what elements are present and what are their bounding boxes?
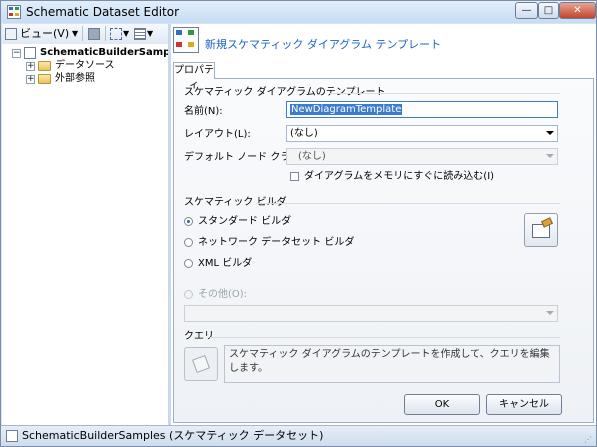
status-text: SchematicBuilderSamples (スケマティック データセット) [22, 429, 324, 442]
properties-panel: スケマティック ダイアグラムのテンプレート 名前(N): NewDiagramT… [173, 78, 594, 423]
window-title: Schematic Dataset Editor [26, 5, 180, 19]
network-dataset-builder-radio[interactable] [184, 238, 193, 247]
schematic-app-icon [7, 5, 21, 19]
xml-builder-label[interactable]: XML ビルダ [198, 258, 252, 270]
view-menu-button[interactable]: ビュー(V) [20, 27, 69, 41]
close-button[interactable]: ✕ [559, 2, 596, 19]
toolbar-divider [105, 26, 106, 41]
tree-toolbar: ビュー(V) ▼ ▼ ▼ [2, 24, 168, 44]
standard-builder-label[interactable]: スタンダード ビルダ [198, 216, 291, 228]
load-in-memory-label[interactable]: ダイアグラムをメモリにすぐに読み込む(I) [304, 171, 494, 183]
schematic-dataset-icon [24, 47, 36, 59]
hand-icon [540, 217, 554, 228]
schematic-dataset-icon [6, 430, 18, 442]
schematic-dataset-editor-window: Schematic Dataset Editor — □ ✕ ビュー(V) ▼ … [0, 0, 597, 447]
node-class-select-value: (なし) [298, 151, 326, 162]
edit-query-button[interactable] [184, 347, 218, 381]
tree-root-label: SchematicBuilderSamples [40, 47, 187, 58]
chevron-down-icon[interactable]: ▼ [147, 27, 153, 41]
tree-item-external-references[interactable]: + 外部参照 [2, 72, 162, 86]
name-label: 名前(N): [184, 106, 223, 117]
chevron-down-icon [546, 311, 554, 315]
layout-select-value: (なし) [290, 128, 318, 139]
chevron-down-icon [546, 154, 554, 158]
new-template-link[interactable]: 新規スケマティック ダイアグラム テンプレート [205, 36, 441, 52]
schematic-template-icon [173, 27, 199, 53]
dataset-tree: − SchematicBuilderSamples + データソース + 外部参… [2, 44, 187, 425]
tree-item-label: データソース [55, 60, 115, 71]
tree-root-row[interactable]: − SchematicBuilderSamples [2, 46, 187, 60]
chevron-down-icon[interactable]: ▼ [72, 27, 78, 41]
layout-label: レイアウト(L): [184, 129, 251, 140]
toolbar-divider [82, 26, 83, 41]
chevron-down-icon[interactable]: ▼ [123, 27, 129, 41]
list-layout-icon[interactable] [134, 28, 146, 40]
view-icon [5, 28, 17, 40]
resize-grip-icon[interactable]: ⋰ [584, 435, 592, 444]
maximize-button[interactable]: □ [538, 2, 559, 19]
tab-properties[interactable]: プロパティ [173, 62, 215, 91]
group-divider [210, 337, 560, 338]
expand-icon[interactable]: + [26, 75, 35, 84]
network-dataset-builder-label[interactable]: ネットワーク データセット ビルダ [198, 237, 354, 249]
title-bar: Schematic Dataset Editor — □ ✕ [1, 1, 596, 23]
node-class-select[interactable]: (なし) [286, 148, 558, 165]
other-builder-select[interactable] [184, 305, 558, 322]
minimize-button[interactable]: — [515, 2, 538, 19]
query-message: スケマティック ダイアグラムのテンプレートを作成して、クエリを編集します。 [224, 345, 560, 383]
load-in-memory-checkbox[interactable] [290, 172, 299, 181]
collapse-icon[interactable]: − [12, 49, 21, 58]
edit-query-icon [192, 355, 210, 373]
group-divider [330, 93, 560, 94]
name-field[interactable]: NewDiagramTemplate [286, 101, 558, 118]
tree-item-data-sources[interactable]: + データソース [2, 59, 162, 73]
tree-item-label: 外部参照 [55, 73, 95, 84]
standard-builder-radio[interactable] [184, 217, 193, 226]
properties-pane: 新規スケマティック ダイアグラム テンプレート プロパティ スケマティック ダイ… [171, 24, 596, 425]
group-divider [256, 203, 560, 204]
xml-builder-radio[interactable] [184, 259, 193, 268]
folder-icon [38, 74, 51, 84]
other-builder-label[interactable]: その他(O): [198, 289, 247, 301]
name-field-value: NewDiagramTemplate [290, 104, 403, 115]
save-icon[interactable] [88, 28, 100, 40]
chevron-down-icon [546, 131, 554, 135]
layout-select[interactable]: (なし) [286, 125, 558, 142]
other-builder-radio[interactable] [184, 290, 193, 299]
folder-icon [38, 61, 51, 71]
expand-icon[interactable]: + [26, 62, 35, 71]
grid-layout-icon[interactable] [110, 28, 122, 40]
builder-properties-button[interactable] [524, 213, 558, 247]
cancel-button[interactable]: キャンセル [486, 394, 562, 415]
ok-button[interactable]: OK [404, 394, 480, 415]
status-bar: SchematicBuilderSamples (スケマティック データセット)… [1, 425, 596, 446]
